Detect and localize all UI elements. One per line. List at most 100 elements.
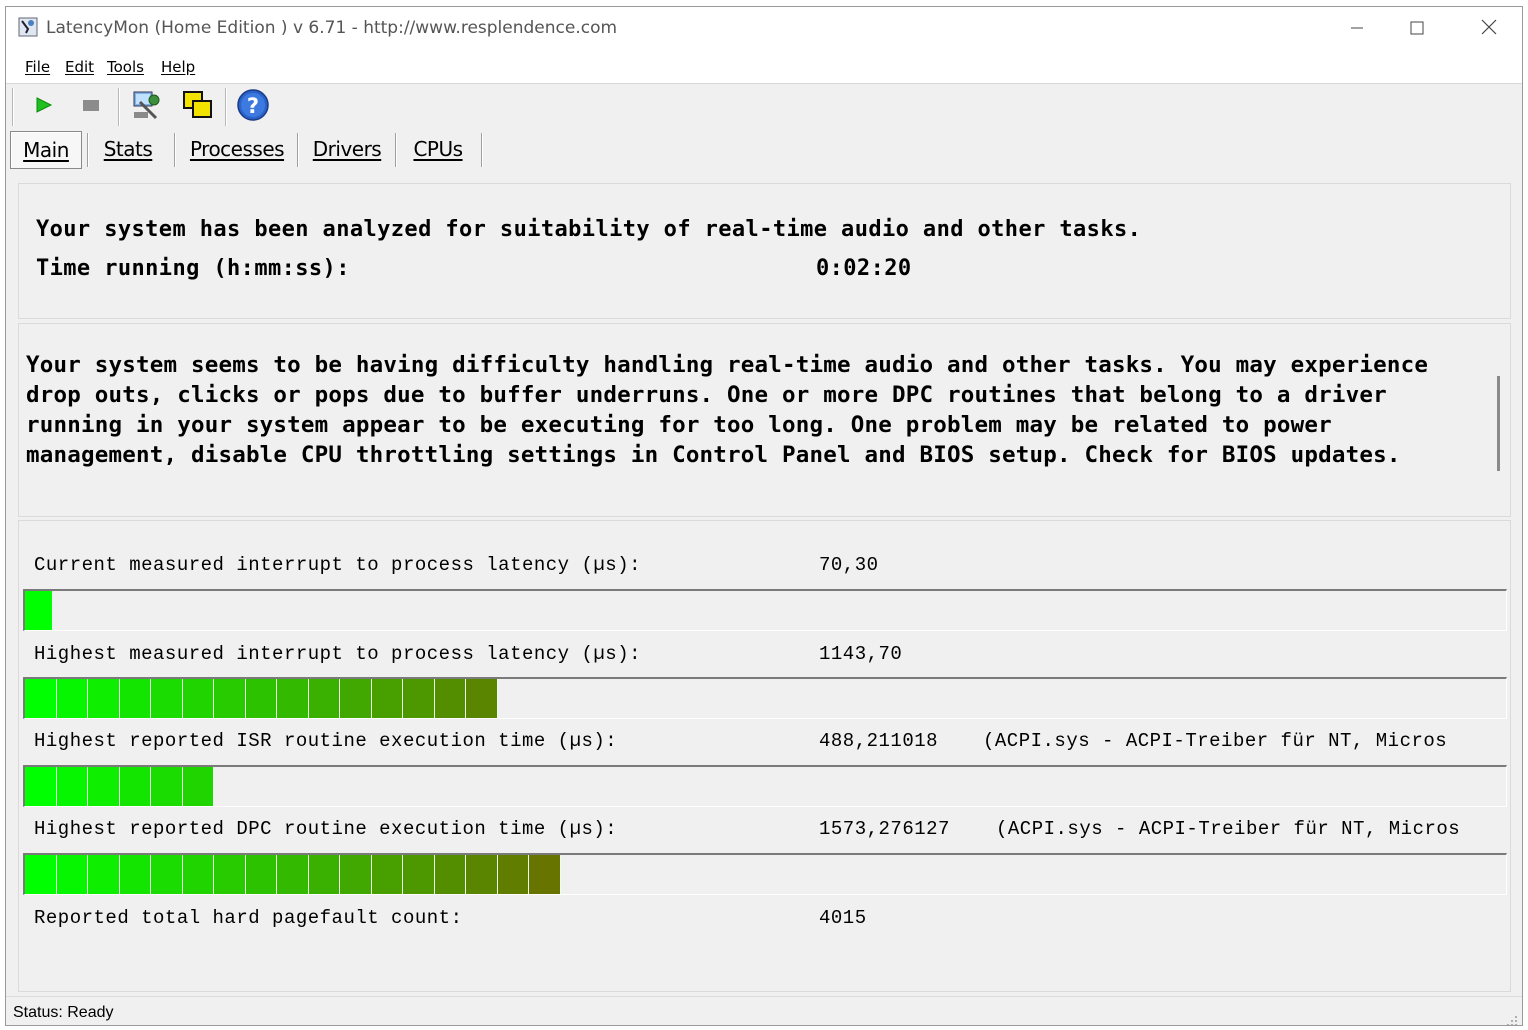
play-icon xyxy=(33,95,53,119)
bar-segment xyxy=(88,767,120,806)
bar-segment xyxy=(497,855,529,894)
tab-separator xyxy=(297,133,299,167)
status-text: Status: Ready xyxy=(13,1004,114,1021)
window-title: LatencyMon (Home Edition ) v 6.71 - http… xyxy=(46,18,618,38)
title-bar[interactable]: LatencyMon (Home Edition ) v 6.71 - http… xyxy=(6,7,1522,51)
menu-bar: File Edit Tools Help xyxy=(6,51,1522,84)
bar-segment xyxy=(403,855,435,894)
message-panel: Your system seems to be having difficult… xyxy=(18,323,1511,517)
bar-segment xyxy=(403,679,435,718)
stop-icon xyxy=(81,95,101,119)
message-scrollbar[interactable] xyxy=(1497,376,1500,471)
bar-segment xyxy=(56,855,88,894)
bar-segment xyxy=(245,679,277,718)
close-button[interactable] xyxy=(1458,11,1520,47)
dpc-time-bar xyxy=(23,853,1507,895)
bar-segment xyxy=(277,679,309,718)
latencymon-app-icon xyxy=(18,17,38,37)
bar-segment xyxy=(182,855,214,894)
menu-edit[interactable]: Edit xyxy=(65,58,94,76)
tab-separator xyxy=(174,133,176,167)
tab-main-label: Main xyxy=(23,138,69,162)
bar-segment xyxy=(529,855,561,894)
bar-segment xyxy=(340,679,372,718)
minimize-icon xyxy=(1350,19,1364,40)
drivers-tool-icon xyxy=(130,88,164,126)
resize-grip-icon[interactable] xyxy=(1506,1012,1518,1025)
dpc-driver-detail: (ACPI.sys - ACPI-Treiber für NT, Micros xyxy=(996,818,1461,840)
highest-latency-value: 1143,70 xyxy=(819,643,903,665)
bar-segment xyxy=(25,591,53,630)
bar-segment xyxy=(88,679,120,718)
bar-segment xyxy=(182,679,214,718)
tab-stats-label: Stats xyxy=(103,137,153,161)
isr-time-bar-fill xyxy=(25,767,214,806)
tab-separator xyxy=(87,133,89,167)
dpc-time-bar-fill xyxy=(25,855,561,894)
maximize-button[interactable] xyxy=(1386,11,1448,47)
current-latency-value: 70,30 xyxy=(819,554,879,576)
help-icon: ? xyxy=(236,88,270,126)
tab-separator xyxy=(481,133,483,167)
measurements-panel: Current measured interrupt to process la… xyxy=(18,520,1511,992)
menu-file[interactable]: File xyxy=(25,58,50,76)
highest-latency-label: Highest measured interrupt to process la… xyxy=(34,643,641,665)
time-running-label: Time running (h:mm:ss): xyxy=(36,256,350,281)
tab-stats[interactable]: Stats xyxy=(90,131,166,167)
bar-segment xyxy=(56,679,88,718)
current-latency-label: Current measured interrupt to process la… xyxy=(34,554,641,576)
pagefault-value: 4015 xyxy=(819,907,867,929)
bar-segment xyxy=(434,855,466,894)
tab-main[interactable]: Main xyxy=(10,131,82,169)
tab-drivers[interactable]: Drivers xyxy=(302,131,392,167)
bar-segment xyxy=(151,855,183,894)
highest-latency-bar-fill xyxy=(25,679,498,718)
bar-segment xyxy=(119,679,151,718)
pagefault-label: Reported total hard pagefault count: xyxy=(34,907,463,929)
isr-driver-detail: (ACPI.sys - ACPI-Treiber für NT, Micros xyxy=(983,730,1448,752)
menu-tools[interactable]: Tools xyxy=(107,58,144,76)
copy-windows-icon xyxy=(180,88,214,126)
bar-segment xyxy=(214,855,246,894)
bar-segment xyxy=(434,679,466,718)
isr-time-value: 488,211018 xyxy=(819,730,939,752)
highest-latency-bar xyxy=(23,677,1507,719)
bar-segment xyxy=(308,855,340,894)
help-button[interactable]: ? xyxy=(236,88,270,126)
bar-segment xyxy=(371,855,403,894)
bar-segment xyxy=(119,855,151,894)
toolbar-separator xyxy=(225,88,227,126)
bar-segment xyxy=(182,767,214,806)
current-latency-bar-fill xyxy=(25,591,53,630)
status-bar: Status: Ready xyxy=(6,996,1522,1025)
bar-segment xyxy=(214,679,246,718)
tab-processes-label: Processes xyxy=(189,137,285,161)
tab-drivers-label: Drivers xyxy=(312,137,382,161)
analysis-message: Your system seems to be having difficult… xyxy=(26,352,1429,468)
maximize-icon xyxy=(1410,19,1424,40)
bar-segment xyxy=(308,679,340,718)
bar-segment xyxy=(277,855,309,894)
start-button[interactable] xyxy=(26,90,60,124)
drivers-tool-button[interactable] xyxy=(130,90,164,124)
menu-help[interactable]: Help xyxy=(161,58,195,76)
svg-text:?: ? xyxy=(247,94,259,118)
bar-segment xyxy=(151,767,183,806)
app-window: LatencyMon (Home Edition ) v 6.71 - http… xyxy=(5,6,1523,1026)
bar-segment xyxy=(56,767,88,806)
isr-time-bar xyxy=(23,765,1507,807)
time-running-value: 0:02:20 xyxy=(816,256,912,281)
tab-strip: Main Stats Processes Drivers CPUs xyxy=(6,129,1522,171)
toolbar: ? xyxy=(6,84,1522,130)
bar-segment xyxy=(371,679,403,718)
tab-cpus[interactable]: CPUs xyxy=(398,131,478,167)
minimize-button[interactable] xyxy=(1326,11,1388,47)
tab-processes[interactable]: Processes xyxy=(178,131,296,167)
bar-segment xyxy=(466,855,498,894)
copy-windows-button[interactable] xyxy=(180,90,214,124)
isr-time-label: Highest reported ISR routine execution t… xyxy=(34,730,618,752)
stop-button[interactable] xyxy=(74,90,108,124)
tab-cpus-label: CPUs xyxy=(413,137,463,161)
summary-panel: Your system has been analyzed for suitab… xyxy=(18,183,1511,319)
current-latency-bar xyxy=(23,589,1507,631)
